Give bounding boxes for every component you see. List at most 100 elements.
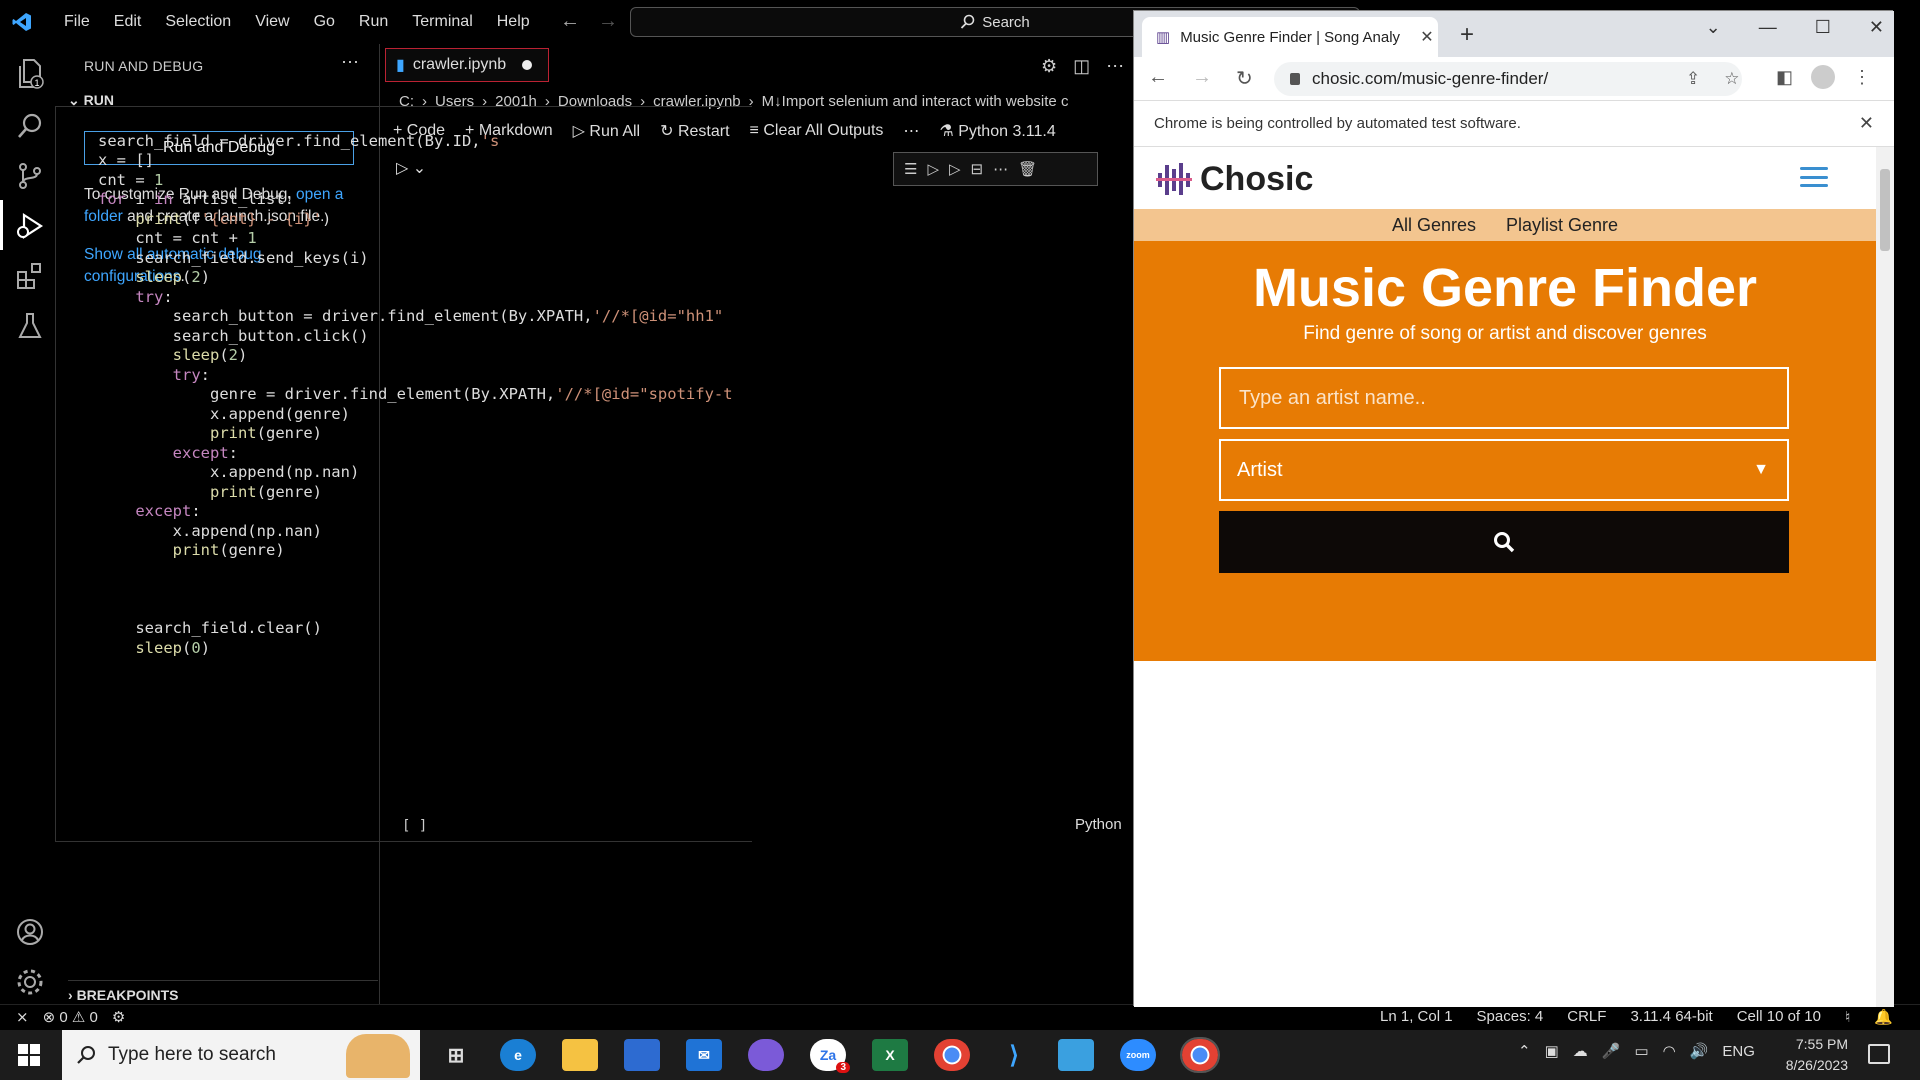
- tray-overflow-chevron-icon[interactable]: ⌃: [1518, 1042, 1531, 1060]
- windows-start-icon[interactable]: [18, 1044, 40, 1066]
- share-icon[interactable]: ⇪: [1686, 69, 1700, 89]
- breadcrumb-cell[interactable]: M↓Import selenium and interact with webs…: [762, 93, 1069, 110]
- profile-avatar-icon[interactable]: [1811, 65, 1836, 89]
- menu-file[interactable]: File: [52, 13, 102, 31]
- menu-help[interactable]: Help: [485, 13, 542, 31]
- code-line[interactable]: x.append(np.nan): [98, 520, 758, 540]
- scrollbar-thumb[interactable]: [1880, 169, 1890, 251]
- excel-icon[interactable]: X: [872, 1039, 908, 1071]
- meet-now-icon[interactable]: ▣: [1545, 1042, 1559, 1060]
- code-line[interactable]: x.append(np.nan): [98, 461, 758, 481]
- code-line[interactable]: print(genre): [98, 481, 758, 501]
- more-actions-icon[interactable]: ⋯: [341, 52, 359, 73]
- search-submit-button[interactable]: [1219, 511, 1789, 573]
- code-line[interactable]: except:: [98, 442, 758, 462]
- address-bar[interactable]: chosic.com/music-genre-finder/: [1274, 62, 1742, 96]
- run-by-line-icon[interactable]: ☰: [904, 160, 917, 178]
- run-and-debug-icon[interactable]: [12, 208, 48, 244]
- code-line[interactable]: genre = driver.find_element(By.XPATH,'//…: [98, 383, 758, 403]
- interpreter-version[interactable]: 3.11.4 64-bit: [1630, 1008, 1712, 1026]
- remote-indicator-icon[interactable]: ⨯: [16, 1008, 29, 1026]
- zalo-icon[interactable]: Za 3: [810, 1039, 850, 1073]
- code-line[interactable]: search_field.clear(): [98, 617, 758, 637]
- editor-more-icon[interactable]: ⋯: [1106, 56, 1124, 77]
- clear-all-outputs-button[interactable]: ≡ Clear All Outputs: [750, 122, 884, 140]
- nav-all-genres[interactable]: All Genres: [1392, 215, 1476, 236]
- code-line[interactable]: sleep(0): [98, 637, 758, 657]
- page-scrollbar[interactable]: [1876, 147, 1894, 1007]
- back-icon[interactable]: ←: [1148, 66, 1168, 91]
- store-icon[interactable]: [624, 1039, 660, 1071]
- notebook-settings-gear-icon[interactable]: ⚙: [1041, 56, 1057, 77]
- microphone-icon[interactable]: 🎤: [1602, 1042, 1621, 1060]
- side-panel-icon[interactable]: ◧: [1776, 67, 1793, 88]
- code-line[interactable]: try:: [98, 364, 758, 384]
- code-editor[interactable]: search_field = driver.find_element(By.ID…: [98, 106, 758, 657]
- toolbar-more-button[interactable]: ⋯: [903, 121, 919, 141]
- split-editor-icon[interactable]: ◫: [1073, 56, 1090, 77]
- artist-search-input[interactable]: [1219, 367, 1789, 429]
- zoom-icon[interactable]: zoom: [1120, 1039, 1156, 1071]
- accounts-icon[interactable]: [12, 914, 48, 950]
- lock-icon[interactable]: [1290, 73, 1300, 85]
- mail-icon[interactable]: ✉: [686, 1039, 722, 1071]
- chrome-active-icon[interactable]: [1180, 1037, 1220, 1073]
- code-line[interactable]: search_field.send_keys(i): [98, 247, 758, 267]
- end-of-line[interactable]: CRLF: [1567, 1008, 1606, 1026]
- cell-language-picker[interactable]: Python: [1075, 816, 1122, 833]
- menu-view[interactable]: View: [243, 13, 301, 31]
- code-line[interactable]: x.append(genre): [98, 403, 758, 423]
- source-control-icon[interactable]: [12, 158, 48, 194]
- code-line[interactable]: search_button = driver.find_element(By.X…: [98, 305, 758, 325]
- cursor-position[interactable]: Ln 1, Col 1: [1380, 1008, 1453, 1026]
- settings-gear-icon[interactable]: [12, 964, 48, 1000]
- menu-selection[interactable]: Selection: [153, 13, 243, 31]
- execute-below-icon[interactable]: ▷: [949, 160, 961, 178]
- code-line[interactable]: except:: [98, 500, 758, 520]
- battery-icon[interactable]: ▭: [1634, 1042, 1648, 1060]
- tab-crawler-ipynb[interactable]: ▮ crawler.ipynb: [385, 48, 549, 82]
- wifi-icon[interactable]: ◠: [1663, 1042, 1676, 1060]
- cell-more-icon[interactable]: ⋯: [993, 160, 1008, 178]
- onedrive-cloud-icon[interactable]: ☁: [1573, 1042, 1588, 1060]
- copilot-icon[interactable]: [748, 1039, 784, 1071]
- extensions-icon[interactable]: [12, 258, 48, 294]
- search-type-select[interactable]: Artist ▼: [1219, 439, 1789, 501]
- explorer-icon[interactable]: 1: [12, 56, 48, 92]
- close-tab-icon[interactable]: ✕: [1420, 27, 1433, 47]
- code-line[interactable]: print(genre): [98, 539, 758, 559]
- forward-arrow-icon[interactable]: →: [598, 10, 618, 33]
- menu-terminal[interactable]: Terminal: [400, 13, 484, 31]
- file-explorer-icon[interactable]: [562, 1039, 598, 1071]
- close-infobar-icon[interactable]: ✕: [1859, 113, 1874, 134]
- volume-icon[interactable]: 🔊: [1690, 1042, 1709, 1060]
- notifications-bell-icon[interactable]: 🔔: [1874, 1008, 1893, 1026]
- indentation[interactable]: Spaces: 4: [1477, 1008, 1544, 1026]
- code-line[interactable]: sleep(2): [98, 266, 758, 286]
- hamburger-menu-icon[interactable]: [1800, 167, 1828, 187]
- task-view-icon[interactable]: ⊞: [438, 1039, 474, 1071]
- chrome-menu-icon[interactable]: ⋮: [1853, 67, 1871, 88]
- cell-indicator[interactable]: Cell 10 of 10: [1737, 1008, 1821, 1026]
- reload-icon[interactable]: ↻: [1236, 66, 1253, 91]
- code-line[interactable]: [98, 559, 758, 579]
- close-window-icon[interactable]: ✕: [1869, 17, 1884, 38]
- azure-data-studio-icon[interactable]: [1058, 1039, 1094, 1071]
- code-line[interactable]: try:: [98, 286, 758, 306]
- code-line[interactable]: [98, 578, 758, 598]
- input-language[interactable]: ENG: [1722, 1043, 1755, 1060]
- search-view-icon[interactable]: [12, 108, 48, 144]
- notification-center-icon[interactable]: [1868, 1044, 1890, 1064]
- debug-launch-icon[interactable]: ⚙: [112, 1008, 125, 1026]
- feedback-icon[interactable]: ♮: [1845, 1008, 1850, 1026]
- split-cell-icon[interactable]: ⊟: [971, 160, 984, 178]
- code-line[interactable]: search_field = driver.find_element(By.ID…: [98, 130, 758, 150]
- code-line[interactable]: search_button.click(): [98, 325, 758, 345]
- minimize-icon[interactable]: —: [1759, 17, 1777, 38]
- forward-icon[interactable]: →: [1192, 66, 1212, 91]
- tab-search-chevron-icon[interactable]: ⌄: [1706, 17, 1721, 38]
- unsaved-dot-icon[interactable]: [522, 60, 533, 70]
- code-line[interactable]: [98, 598, 758, 618]
- code-line[interactable]: sleep(2): [98, 344, 758, 364]
- chrome-tab-active[interactable]: ▥ Music Genre Finder | Song Analy ✕: [1142, 17, 1438, 57]
